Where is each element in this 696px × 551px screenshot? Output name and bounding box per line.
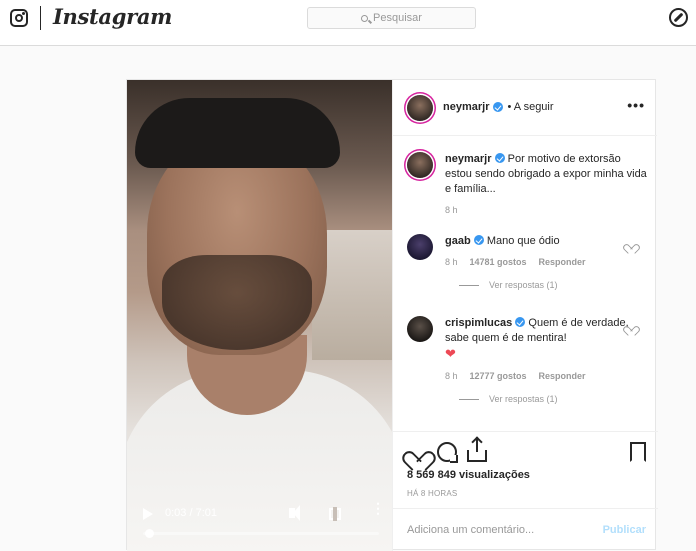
video-controls: 0:03 / 7:01 ⋮	[127, 498, 392, 551]
video-time: 0:03 / 7:01	[165, 507, 217, 519]
instagram-wordmark[interactable]: Instagram	[53, 4, 172, 29]
comment-meta: 8 h 14781 gostos Responder	[445, 257, 647, 267]
posted-time: HÁ 8 HORAS	[407, 489, 458, 498]
publish-button[interactable]: Publicar	[603, 524, 646, 536]
comment-time: 8 h	[445, 371, 458, 381]
view-replies-button[interactable]: Ver respostas (1)	[459, 280, 647, 290]
avatar[interactable]	[407, 95, 433, 121]
comment-text-block: crispimlucas Quem é de verdade, sabe que…	[445, 316, 647, 363]
instagram-logo-icon[interactable]	[10, 9, 28, 27]
post-card: 0:03 / 7:01 ⋮ neymarjr • A seguir ••• ne…	[126, 79, 658, 551]
post-header-user: neymarjr • A seguir	[443, 101, 554, 113]
comment-username[interactable]: gaab	[445, 235, 471, 247]
comments-list: neymarjr Por motivo de extorsão estou se…	[393, 137, 658, 431]
list-item: gaab Mano que ódio 8 h 14781 gostos Resp…	[407, 234, 647, 290]
replies-line	[459, 284, 479, 286]
avatar[interactable]	[407, 316, 433, 342]
comment-likes[interactable]: 14781 gostos	[470, 257, 527, 267]
comment-input[interactable]: Adiciona um comentário...	[407, 524, 534, 536]
comment-username[interactable]: crispimlucas	[445, 317, 512, 329]
view-count[interactable]: 8 569 849 visualizações	[407, 469, 530, 481]
video-progress-knob[interactable]	[144, 529, 154, 538]
caption-meta: 8 h	[445, 205, 647, 215]
add-comment-bar: Adiciona um comentário... Publicar	[393, 508, 658, 551]
verified-badge-icon	[493, 102, 504, 112]
comment-like-icon[interactable]	[626, 322, 635, 331]
search-icon	[361, 14, 369, 22]
caption-text-block: neymarjr Por motivo de extorsão estou se…	[445, 152, 647, 197]
replies-line	[459, 398, 479, 400]
bookmark-icon[interactable]	[630, 442, 646, 462]
post-header: neymarjr • A seguir •••	[393, 80, 657, 136]
following-label[interactable]: • A seguir	[507, 101, 553, 113]
view-replies-label: Ver respostas (1)	[489, 280, 558, 290]
comment-time: 8 h	[445, 257, 458, 267]
caption-time: 8 h	[445, 205, 458, 215]
username[interactable]: neymarjr	[443, 101, 489, 113]
view-replies-label: Ver respostas (1)	[489, 394, 558, 404]
comment-meta: 8 h 12777 gostos Responder	[445, 371, 647, 381]
caption-username[interactable]: neymarjr	[445, 153, 491, 165]
nav-divider	[40, 6, 41, 30]
heart-emoji: ❤	[445, 346, 456, 361]
avatar[interactable]	[407, 234, 433, 260]
comment-text: Mano que ódio	[486, 235, 560, 247]
play-icon[interactable]	[143, 508, 153, 520]
comment-likes[interactable]: 12777 gostos	[470, 371, 527, 381]
search-input[interactable]: Pesquisar	[307, 7, 476, 29]
list-item: crispimlucas Quem é de verdade, sabe que…	[407, 316, 647, 404]
post-actions: 8 569 849 visualizações HÁ 8 HORAS Adici…	[393, 431, 658, 551]
like-heart-icon[interactable]	[407, 442, 427, 462]
video-beard	[162, 255, 312, 350]
verified-badge-icon	[473, 235, 484, 245]
video-progress-bar[interactable]	[143, 529, 379, 538]
action-icons	[407, 438, 487, 463]
more-vertical-icon[interactable]: ⋮	[371, 501, 385, 515]
volume-icon[interactable]	[289, 505, 300, 521]
video-cap	[135, 98, 340, 168]
caption: neymarjr Por motivo de extorsão estou se…	[407, 152, 647, 215]
video-player[interactable]: 0:03 / 7:01 ⋮	[127, 80, 392, 551]
verified-badge-icon	[494, 153, 505, 163]
explore-compass-icon[interactable]	[669, 8, 688, 27]
top-nav: Instagram Pesquisar	[0, 0, 696, 46]
comment-bubble-icon[interactable]	[437, 442, 458, 463]
more-options-icon[interactable]: •••	[627, 97, 645, 113]
view-replies-button[interactable]: Ver respostas (1)	[459, 394, 647, 404]
search-placeholder: Pesquisar	[373, 12, 422, 24]
comment-like-icon[interactable]	[626, 240, 635, 249]
avatar[interactable]	[407, 152, 433, 178]
post-sidebar: neymarjr • A seguir ••• neymarjr Por mot…	[392, 80, 658, 551]
share-icon[interactable]	[467, 438, 487, 462]
reply-button[interactable]: Responder	[539, 371, 586, 381]
comment-text-block: gaab Mano que ódio	[445, 234, 647, 249]
verified-badge-icon	[515, 317, 526, 327]
reply-button[interactable]: Responder	[539, 257, 586, 267]
fullscreen-icon[interactable]	[329, 507, 341, 521]
